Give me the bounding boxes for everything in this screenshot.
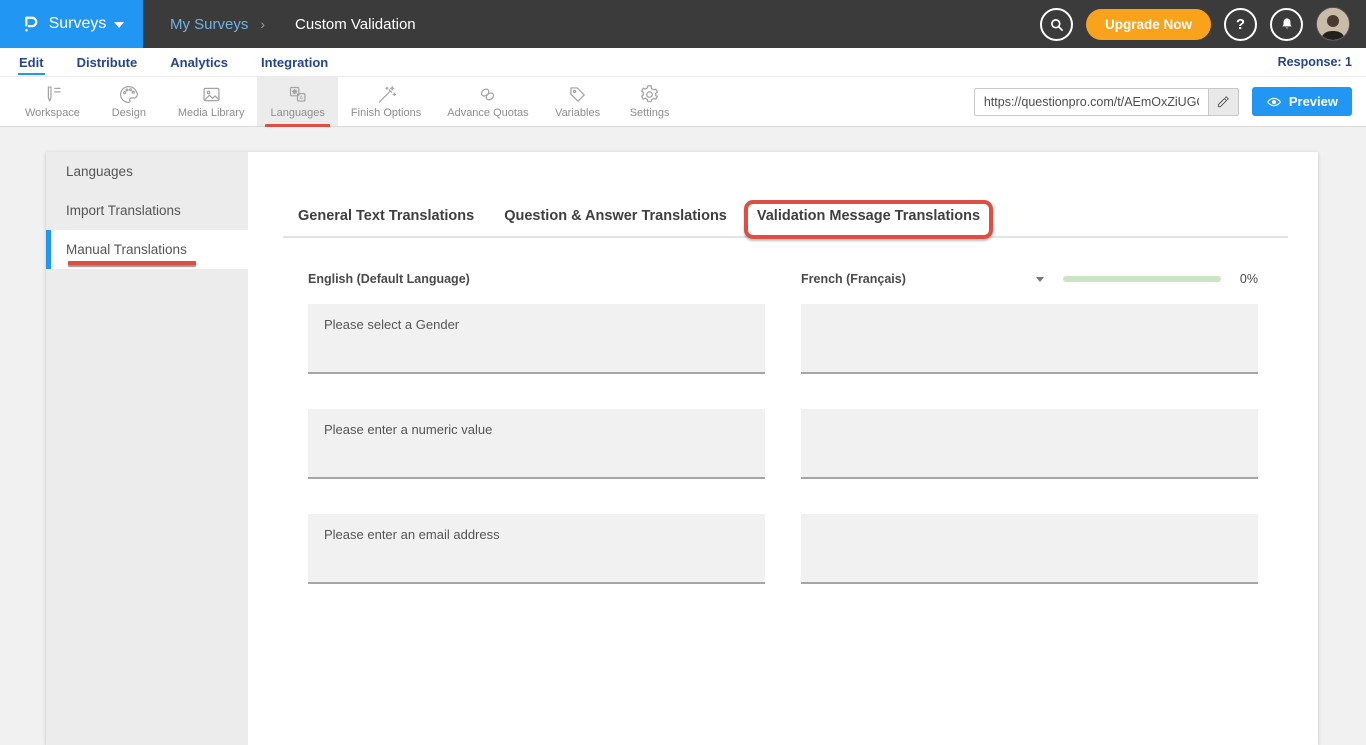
tab-distribute[interactable]: Distribute bbox=[76, 53, 139, 72]
toolbar-item-label: Finish Options bbox=[351, 107, 421, 119]
sidebar-item-import-translations[interactable]: Import Translations bbox=[46, 191, 248, 230]
toolbar-item-label: Variables bbox=[555, 107, 600, 119]
edit-url-button[interactable] bbox=[1208, 88, 1239, 116]
sidebar-item-manual-translations[interactable]: Manual Translations bbox=[46, 230, 248, 269]
media-library-icon bbox=[201, 84, 222, 105]
survey-url-group bbox=[974, 88, 1239, 116]
toolbar-item-advance-quotas[interactable]: Advance Quotas bbox=[434, 77, 541, 126]
survey-url-input[interactable] bbox=[974, 88, 1208, 116]
advance-quotas-icon bbox=[477, 84, 498, 105]
tab-question-answer-translations[interactable]: Question & Answer Translations bbox=[489, 196, 742, 236]
source-text-gender: Please select a Gender bbox=[308, 304, 765, 374]
product-switcher[interactable]: Surveys bbox=[0, 0, 143, 48]
translation-row: Please enter a numeric value bbox=[308, 409, 1258, 479]
toolbar-item-label: Design bbox=[112, 107, 146, 119]
tab-integration[interactable]: Integration bbox=[260, 53, 329, 72]
target-text-gender[interactable] bbox=[801, 304, 1258, 374]
translation-progress-percent: 0% bbox=[1240, 272, 1258, 286]
tab-general-text-translations[interactable]: General Text Translations bbox=[283, 196, 489, 236]
variables-icon bbox=[567, 84, 588, 105]
sidebar-item-label: Languages bbox=[66, 164, 133, 179]
topbar: Surveys My Surveys › Custom Validation U… bbox=[0, 0, 1366, 48]
toolbar-right: Preview bbox=[974, 77, 1366, 126]
source-text-email: Please enter an email address bbox=[308, 514, 765, 584]
bell-icon bbox=[1279, 16, 1295, 32]
edit-toolbar: Workspace Design Media Library bbox=[0, 77, 1366, 127]
questionpro-logo-icon bbox=[19, 13, 41, 35]
help-button[interactable]: ? bbox=[1224, 8, 1257, 41]
chevron-down-icon bbox=[1036, 277, 1044, 282]
tab-edit[interactable]: Edit bbox=[18, 53, 45, 72]
sidebar-item-label: Manual Translations bbox=[66, 242, 187, 257]
response-count[interactable]: Response: 1 bbox=[1278, 55, 1366, 69]
tab-label: Validation Message Translations bbox=[757, 208, 980, 224]
preview-button[interactable]: Preview bbox=[1252, 87, 1352, 116]
translation-editor: English (Default Language) French (Franç… bbox=[283, 238, 1288, 584]
svg-text:A: A bbox=[300, 96, 304, 102]
target-language-value: French (Français) bbox=[801, 272, 906, 286]
toolbar-item-label: Settings bbox=[630, 107, 670, 119]
target-text-numeric[interactable] bbox=[801, 409, 1258, 479]
target-text-email[interactable] bbox=[801, 514, 1258, 584]
languages-sidebar: Languages Import Translations Manual Tra… bbox=[46, 152, 248, 745]
eye-icon bbox=[1266, 94, 1282, 110]
toolbar-item-finish-options[interactable]: Finish Options bbox=[338, 77, 434, 126]
translation-progress-bar bbox=[1063, 276, 1221, 282]
breadcrumb-current-survey: Custom Validation bbox=[295, 16, 416, 33]
languages-icon: A bbox=[287, 84, 308, 105]
tab-analytics[interactable]: Analytics bbox=[169, 53, 229, 72]
annotation-underline-manual-translations bbox=[68, 261, 196, 265]
user-avatar[interactable] bbox=[1316, 7, 1350, 41]
toolbar-item-variables[interactable]: Variables bbox=[542, 77, 614, 126]
target-language-column: French (Français) 0% bbox=[801, 272, 1258, 286]
tab-label: General Text Translations bbox=[298, 208, 474, 224]
toolbar-item-label: Advance Quotas bbox=[447, 107, 528, 119]
source-text-numeric: Please enter a numeric value bbox=[308, 409, 765, 479]
language-header-row: English (Default Language) French (Franç… bbox=[308, 272, 1258, 286]
pencil-icon bbox=[1216, 95, 1230, 109]
languages-card: Languages Import Translations Manual Tra… bbox=[46, 152, 1318, 745]
toolbar-item-workspace[interactable]: Workspace bbox=[12, 77, 93, 126]
workspace-icon bbox=[42, 84, 63, 105]
breadcrumb-separator: › bbox=[260, 16, 265, 32]
search-button[interactable] bbox=[1040, 8, 1073, 41]
content-area: Languages Import Translations Manual Tra… bbox=[0, 127, 1366, 745]
design-icon bbox=[118, 84, 139, 105]
notifications-button[interactable] bbox=[1270, 8, 1303, 41]
toolbar-item-label: Languages bbox=[270, 107, 324, 119]
active-tab-indicator bbox=[752, 235, 985, 238]
preview-label: Preview bbox=[1289, 94, 1338, 109]
chevron-down-icon bbox=[114, 22, 124, 28]
translations-panel: General Text Translations Question & Ans… bbox=[248, 152, 1318, 745]
finish-options-icon bbox=[376, 84, 397, 105]
topbar-actions: Upgrade Now ? bbox=[1040, 7, 1366, 41]
toolbar-item-media-library[interactable]: Media Library bbox=[165, 77, 258, 126]
sidebar-item-languages[interactable]: Languages bbox=[46, 152, 248, 191]
breadcrumb-my-surveys[interactable]: My Surveys bbox=[170, 16, 248, 33]
source-language-column: English (Default Language) bbox=[308, 272, 765, 286]
translation-row: Please select a Gender bbox=[308, 304, 1258, 374]
upgrade-now-button[interactable]: Upgrade Now bbox=[1086, 9, 1211, 40]
search-icon bbox=[1048, 16, 1065, 33]
breadcrumb: My Surveys › Custom Validation bbox=[170, 16, 416, 33]
toolbar-item-languages[interactable]: A Languages bbox=[257, 77, 337, 126]
sidebar-item-label: Import Translations bbox=[66, 203, 181, 218]
translation-tabs: General Text Translations Question & Ans… bbox=[283, 196, 1288, 238]
target-language-select[interactable]: French (Français) bbox=[801, 272, 1044, 286]
source-language-label: English (Default Language) bbox=[308, 272, 470, 286]
toolbar-item-settings[interactable]: Settings bbox=[614, 77, 686, 126]
toolbar-item-label: Media Library bbox=[178, 107, 245, 119]
product-name: Surveys bbox=[49, 15, 107, 33]
survey-nav: Edit Distribute Analytics Integration Re… bbox=[0, 48, 1366, 77]
tab-validation-message-translations[interactable]: Validation Message Translations bbox=[742, 196, 995, 236]
tab-label: Question & Answer Translations bbox=[504, 208, 727, 224]
translation-row: Please enter an email address bbox=[308, 514, 1258, 584]
settings-icon bbox=[639, 84, 660, 105]
toolbar-item-design[interactable]: Design bbox=[93, 77, 165, 126]
question-mark-icon: ? bbox=[1236, 16, 1245, 33]
toolbar-item-label: Workspace bbox=[25, 107, 80, 119]
